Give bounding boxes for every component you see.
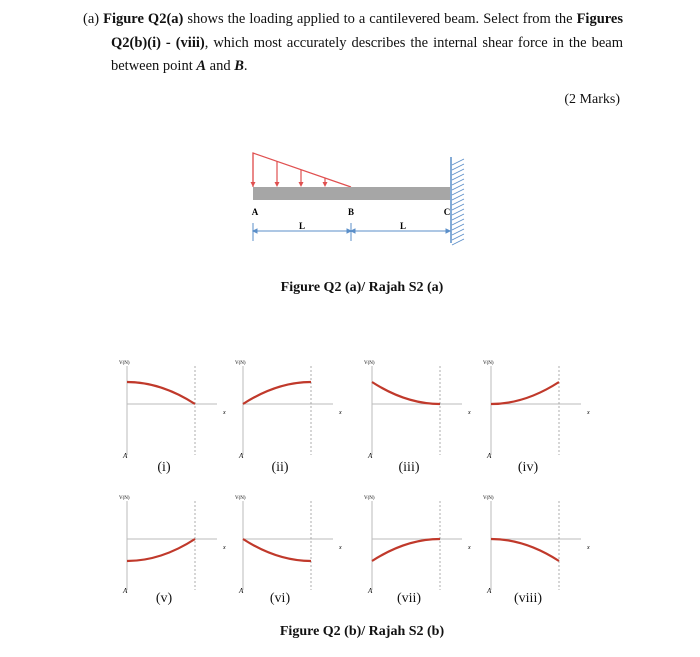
shear-graph: V(N)xA xyxy=(119,496,226,595)
distributed-load xyxy=(250,152,352,188)
x-axis-label: x xyxy=(338,410,342,416)
origin-label: A xyxy=(122,587,128,595)
graph-label: (viii) xyxy=(514,591,542,606)
fixed-support xyxy=(450,157,465,246)
period: . xyxy=(243,58,248,74)
question-body: shows the loading applied to a cantileve… xyxy=(183,11,577,27)
x-axis-label: x xyxy=(338,545,342,551)
shear-graph: V(N) x A xyxy=(235,361,342,460)
origin-label: A xyxy=(486,587,492,595)
point-b: B xyxy=(234,58,244,74)
shear-curve xyxy=(126,380,196,405)
and-text: and xyxy=(206,58,235,74)
shear-graph: V(N) x A xyxy=(235,496,342,595)
figure-b-caption: Figure Q2 (b)/ Rajah S2 (b) xyxy=(279,624,445,639)
x-axis-label: x xyxy=(586,545,590,551)
origin-label: A xyxy=(238,587,244,595)
label-b: B xyxy=(348,207,354,217)
shear-curve xyxy=(126,538,196,563)
span-label-bc: L xyxy=(400,221,406,231)
shear-graph: V(N) x A xyxy=(483,496,590,595)
shear-curve xyxy=(242,538,312,563)
y-axis-label: V(N) xyxy=(235,361,246,366)
graph-label: (v) xyxy=(155,591,173,606)
graph-label: (ii) xyxy=(271,460,289,475)
figure-ref: Figure Q2(a) xyxy=(103,11,184,27)
origin-label: A xyxy=(367,452,373,460)
beam xyxy=(253,187,450,200)
label-a: A xyxy=(252,207,259,217)
question-part: (a) xyxy=(83,11,100,27)
origin-label: A xyxy=(367,587,373,595)
y-axis-label: V(N) xyxy=(483,496,494,501)
origin-label: A xyxy=(486,452,492,460)
shear-graph: V(N) x A xyxy=(483,361,590,460)
graph-label: (vi) xyxy=(269,591,291,606)
shear-graph: V(N)xA xyxy=(364,361,471,460)
beam-diagram: A B C L L xyxy=(250,152,465,246)
shear-curve xyxy=(242,380,312,405)
question-text: (a) Figure Q2(a) shows the loading appli… xyxy=(83,8,623,79)
y-axis-label: V(N) xyxy=(119,496,130,501)
figure-a-caption: Figure Q2 (a)/ Rajah S2 (a) xyxy=(280,280,444,295)
shear-curve xyxy=(490,537,560,562)
shear-graph: V(N)xA xyxy=(364,496,471,595)
y-axis-label: V(N) xyxy=(235,496,246,501)
y-axis-label: V(N) xyxy=(364,496,375,501)
y-axis-label: V(N) xyxy=(119,361,130,366)
graph-label: (i) xyxy=(157,460,171,475)
origin-label: A xyxy=(238,452,244,460)
span-label-ab: L xyxy=(299,221,305,231)
shear-graph: V(N)xA xyxy=(119,361,226,460)
label-c: C xyxy=(444,207,451,217)
shear-curve xyxy=(371,537,441,562)
y-axis-label: V(N) xyxy=(483,361,494,366)
y-axis-label: V(N) xyxy=(364,361,375,366)
x-axis-label: x xyxy=(586,410,590,416)
marks: (2 Marks) xyxy=(564,92,620,107)
shear-curve xyxy=(371,381,441,406)
shear-curve xyxy=(490,381,560,406)
graph-label: (iv) xyxy=(517,460,539,475)
graph-label: (vii) xyxy=(396,591,422,606)
origin-label: A xyxy=(122,452,128,460)
point-a: A xyxy=(196,58,207,74)
graph-label: (iii) xyxy=(398,460,420,475)
dimension-line xyxy=(251,223,452,241)
